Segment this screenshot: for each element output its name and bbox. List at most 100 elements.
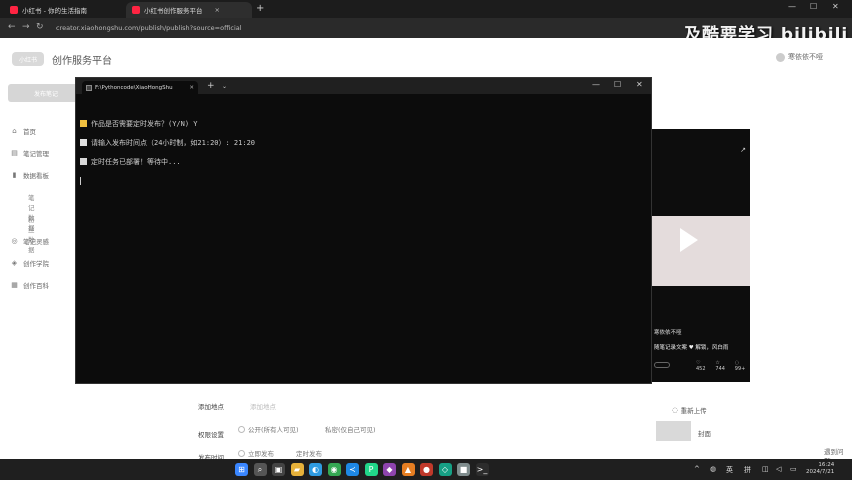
calendar-icon bbox=[80, 138, 87, 146]
volume-icon[interactable]: ◁ bbox=[776, 465, 781, 473]
app4-icon[interactable]: ◇ bbox=[438, 463, 452, 476]
app2-icon[interactable]: ▲ bbox=[401, 463, 415, 476]
bulb-icon: ◎ bbox=[11, 237, 18, 245]
battery-icon[interactable]: ▭ bbox=[790, 465, 797, 473]
wiki-icon: ▦ bbox=[11, 281, 18, 289]
taskbar: ⊞ ⌕ ▣ ▰ ◐ ◉ ≺ P ◆ ▲ ● ◇ ■ >_ ^ ◍ 英 拼 ◫ ◁ ▭ 16:24 2024… bbox=[0, 459, 852, 480]
sidebar-item-label: 笔记管理 bbox=[23, 150, 49, 158]
user-menu[interactable]: 寒依依不哑 bbox=[776, 52, 823, 62]
sidebar-item-inspiration[interactable]: ◎ 笔记灵感 bbox=[10, 236, 80, 246]
close-icon[interactable]: ✕ bbox=[189, 85, 194, 91]
publish-note-button[interactable]: 发布笔记 bbox=[8, 84, 84, 102]
browser-tab-2[interactable]: 小红书创作服务平台 × bbox=[126, 2, 252, 18]
lang-indicator[interactable]: 英 bbox=[726, 465, 733, 475]
chrome-icon[interactable]: ◉ bbox=[327, 463, 341, 476]
terminal-line: 请输入发布时间点（24小时制，如21:20）: 21:20 bbox=[80, 138, 255, 149]
sidebar-item-label: 创作百科 bbox=[23, 282, 49, 290]
xiaohongshu-favicon-icon bbox=[10, 6, 18, 14]
taskview-icon[interactable]: ▣ bbox=[272, 463, 285, 476]
collect-count: ☆ 744 bbox=[715, 360, 725, 372]
terminal-line: 作品是否需要定时发布？(Y/N) Y bbox=[80, 119, 255, 130]
reupload-button[interactable]: ◌ 重新上传 bbox=[672, 405, 707, 415]
new-terminal-tab-button[interactable]: + bbox=[207, 81, 215, 91]
tab-title: 小红书创作服务平台 bbox=[144, 7, 203, 15]
location-input[interactable]: 添加地点 bbox=[250, 401, 276, 411]
pycharm-icon[interactable]: P bbox=[364, 463, 378, 476]
system-clock[interactable]: 16:24 2024/7/21 bbox=[806, 462, 834, 476]
sidebar-item-wiki[interactable]: ▦ 创作百科 bbox=[10, 280, 80, 290]
terminal-cursor-line bbox=[80, 176, 255, 189]
radio-icon bbox=[238, 450, 245, 457]
sidebar-item-notes[interactable]: ▤ 笔记管理 bbox=[10, 148, 80, 158]
clipboard-icon bbox=[80, 157, 87, 165]
public-radio[interactable]: 公开(所有人可见) bbox=[238, 424, 299, 434]
minimize-window-button[interactable]: — bbox=[788, 2, 796, 11]
notes-icon: ▤ bbox=[11, 149, 18, 157]
terminal-tab[interactable]: F:\Pythoncode\XiaoHongShu ✕ bbox=[82, 81, 198, 94]
preview-author: 寒依依不哑 bbox=[654, 330, 682, 336]
ime-indicator[interactable]: 拼 bbox=[744, 465, 751, 475]
terminal-window[interactable]: F:\Pythoncode\XiaoHongShu ✕ + ⌄ — ☐ ✕ 作品… bbox=[75, 77, 652, 384]
search-icon[interactable]: ⌕ bbox=[253, 463, 267, 476]
terminal-close-button[interactable]: ✕ bbox=[636, 80, 643, 89]
terminal-minimize-button[interactable]: — bbox=[592, 80, 600, 89]
note-preview: ↗ 寒依依不哑 随笔记录文案 ♥ 解锁，风白雨 ♡ 452 ☆ 744 ◌ 99… bbox=[652, 129, 750, 382]
external-link-icon[interactable]: ↗ bbox=[740, 146, 746, 154]
start-icon[interactable]: ⊞ bbox=[235, 463, 248, 476]
radio-icon bbox=[238, 426, 245, 433]
reload-icon[interactable]: ↻ bbox=[36, 22, 44, 32]
play-icon[interactable] bbox=[680, 228, 698, 252]
terminal-output: 作品是否需要定时发布？(Y/N) Y 请输入发布时间点（24小时制，如21:20… bbox=[80, 110, 255, 207]
browser-tab-1[interactable]: 小红书 - 你的生活指南 bbox=[4, 2, 124, 18]
cmd-icon bbox=[86, 84, 92, 91]
private-option-label: 私密(仅自己可见) bbox=[325, 426, 376, 434]
wechat-tray-icon[interactable]: ◍ bbox=[710, 465, 716, 473]
sidebar-item-academy[interactable]: ◈ 创作学院 bbox=[10, 258, 80, 268]
publish-now-radio[interactable]: 立即发布 bbox=[238, 448, 274, 458]
new-tab-button[interactable]: + bbox=[256, 3, 264, 14]
app3-icon[interactable]: ● bbox=[420, 463, 433, 476]
preview-caption: 随笔记录文案 ♥ 解锁，风白雨 bbox=[654, 345, 729, 351]
sidebar-item-label: 笔记灵感 bbox=[23, 238, 49, 246]
close-window-button[interactable]: ✕ bbox=[832, 2, 839, 11]
sidebar-item-label: 数据看板 bbox=[23, 172, 49, 180]
app5-icon[interactable]: ■ bbox=[457, 463, 470, 476]
terminal-maximize-button[interactable]: ☐ bbox=[614, 80, 621, 89]
private-radio[interactable]: 私密(仅自己可见) bbox=[325, 424, 376, 434]
back-icon[interactable]: ← bbox=[8, 22, 16, 32]
network-icon[interactable]: ◫ bbox=[762, 465, 769, 473]
clock-time: 16:24 bbox=[818, 462, 835, 468]
app1-icon[interactable]: ◆ bbox=[383, 463, 396, 476]
terminal-tab-bar: F:\Pythoncode\XiaoHongShu ✕ + ⌄ — ☐ ✕ bbox=[76, 78, 651, 94]
video-thumbnail[interactable] bbox=[652, 216, 750, 286]
chevron-down-icon[interactable]: ⌄ bbox=[222, 83, 227, 90]
tray-overflow-icon[interactable]: ^ bbox=[694, 465, 700, 473]
close-tab-icon[interactable]: × bbox=[215, 6, 220, 14]
sidebar-item-data[interactable]: ▮ 数据看板 bbox=[10, 170, 80, 180]
cover-thumbnail[interactable] bbox=[656, 421, 691, 441]
preview-search-box bbox=[654, 362, 670, 368]
terminal-icon[interactable]: >_ bbox=[475, 463, 489, 476]
public-option-label: 公开(所有人可见) bbox=[248, 426, 299, 434]
browser-tab-bar: 小红书 - 你的生活指南 小红书创作服务平台 × + — ☐ ✕ bbox=[0, 0, 852, 18]
sidebar-item-home[interactable]: ⌂ 首页 bbox=[10, 126, 80, 136]
academy-icon: ◈ bbox=[11, 259, 18, 267]
maximize-window-button[interactable]: ☐ bbox=[810, 2, 817, 11]
home-icon: ⌂ bbox=[12, 127, 17, 135]
forward-icon[interactable]: → bbox=[22, 22, 30, 32]
reload-icon: ◌ bbox=[672, 406, 678, 414]
location-label: 添加地点 bbox=[198, 403, 224, 411]
scheduled-publish-radio[interactable]: 定时发布 bbox=[296, 448, 322, 458]
terminal-line: 定时任务已部署！等待中... bbox=[80, 157, 255, 168]
sidebar-item-label: 首页 bbox=[23, 128, 36, 136]
vscode-icon[interactable]: ≺ bbox=[346, 463, 359, 476]
edge-icon[interactable]: ◐ bbox=[309, 463, 322, 476]
chart-icon: ▮ bbox=[12, 171, 17, 179]
explorer-icon[interactable]: ▰ bbox=[290, 463, 304, 476]
hourglass-icon bbox=[80, 119, 87, 127]
text-cursor bbox=[80, 176, 81, 185]
sidebar-item-fan-data[interactable]: 粉丝数据 bbox=[28, 214, 35, 254]
permission-label: 权限设置 bbox=[198, 431, 224, 439]
url-field[interactable]: creator.xiaohongshu.com/publish/publish?… bbox=[56, 24, 242, 32]
scheduled-publish-label: 定时发布 bbox=[296, 450, 322, 458]
